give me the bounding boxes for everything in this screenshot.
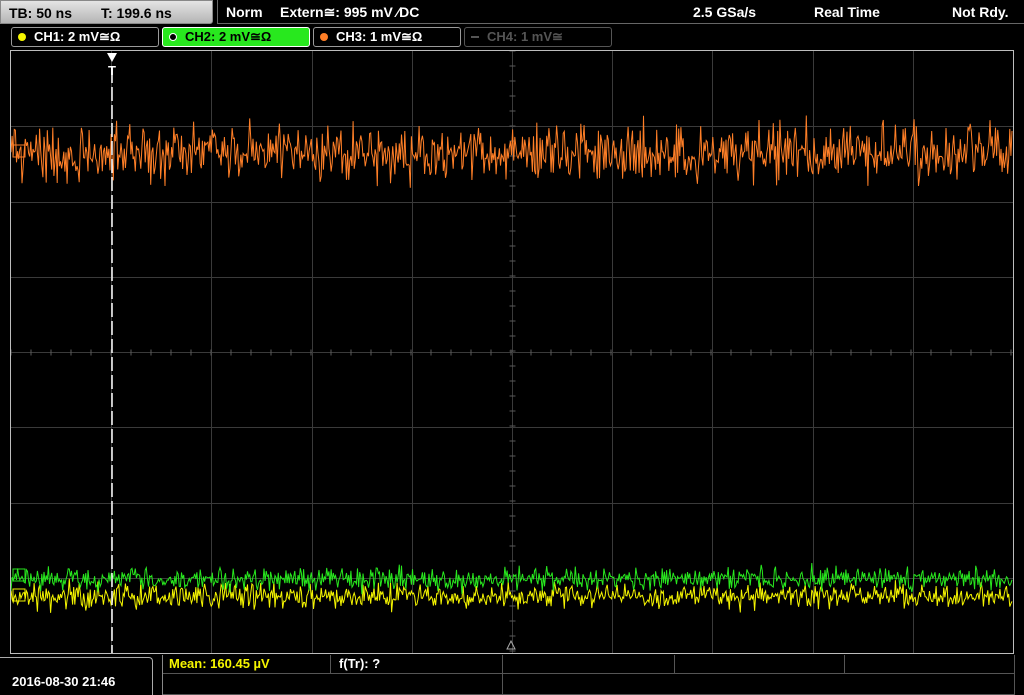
tab-ch3-label: CH3: 1 mV≅Ω	[336, 29, 423, 44]
waveform-grid: T	[11, 51, 1013, 653]
acquisition-mode: Real Time	[814, 4, 880, 20]
sample-rate: 2.5 GSa/s	[693, 4, 757, 20]
datetime: 2016-08-30 21:46	[12, 674, 116, 689]
timebase-value: TB: 50 ns	[9, 5, 73, 21]
measurement-cell	[503, 655, 675, 674]
acquisition-status: Not Rdy.	[952, 4, 1009, 20]
tab-ch1-label: CH1: 2 mV≅Ω	[34, 29, 121, 44]
ch3-indicator-icon	[320, 33, 328, 41]
measurement-cell	[503, 674, 1015, 695]
trigger-source: Extern≅: 995 mV ∕DC	[280, 4, 420, 20]
measurement-cell	[845, 655, 1015, 674]
measurement-table[interactable]: Mean: 160.45 µV f(Tr): ?	[162, 655, 1015, 695]
frequency-measurement: f(Tr): ?	[339, 656, 381, 671]
tab-ch1[interactable]: CH1: 2 mV≅Ω	[11, 27, 159, 47]
tab-ch2[interactable]: CH2: 2 mV≅Ω	[162, 27, 310, 47]
ch2-indicator-icon	[169, 33, 177, 41]
measurement-cell	[675, 655, 845, 674]
trigger-mode: Norm	[226, 4, 263, 20]
tab-ch4-label: CH4: 1 mV≅	[487, 29, 563, 44]
trigger-marker-label: T	[108, 63, 116, 78]
center-time-marker-icon	[506, 639, 516, 650]
top-status-bar: TB: 50 ns T: 199.6 ns Norm Extern≅: 995 …	[0, 0, 1024, 25]
datetime-panel: 2016-08-30 21:46	[0, 657, 153, 695]
tab-ch4[interactable]: CH4: 1 mV≅	[464, 27, 612, 47]
ch4-indicator-icon	[471, 36, 479, 38]
mean-measurement: Mean: 160.45 µV	[169, 656, 270, 671]
tab-ch2-label: CH2: 2 mV≅Ω	[185, 29, 272, 44]
waveform-traces	[11, 115, 1013, 613]
measurement-cell	[163, 674, 503, 695]
waveform-display[interactable]: T	[10, 50, 1014, 654]
timebase-panel[interactable]: TB: 50 ns T: 199.6 ns	[0, 0, 213, 24]
trigger-arrow-icon	[107, 53, 117, 62]
ch1-indicator-icon	[18, 33, 26, 41]
footer-bar: 2016-08-30 21:46 Mean: 160.45 µV f(Tr): …	[0, 655, 1024, 695]
channel-tabs: CH1: 2 mV≅Ω CH2: 2 mV≅Ω CH3: 1 mV≅Ω CH4:…	[0, 26, 1024, 48]
trigger-time-value: T: 199.6 ns	[101, 5, 172, 21]
ch1-waveform	[11, 578, 1013, 613]
tab-ch3[interactable]: CH3: 1 mV≅Ω	[313, 27, 461, 47]
